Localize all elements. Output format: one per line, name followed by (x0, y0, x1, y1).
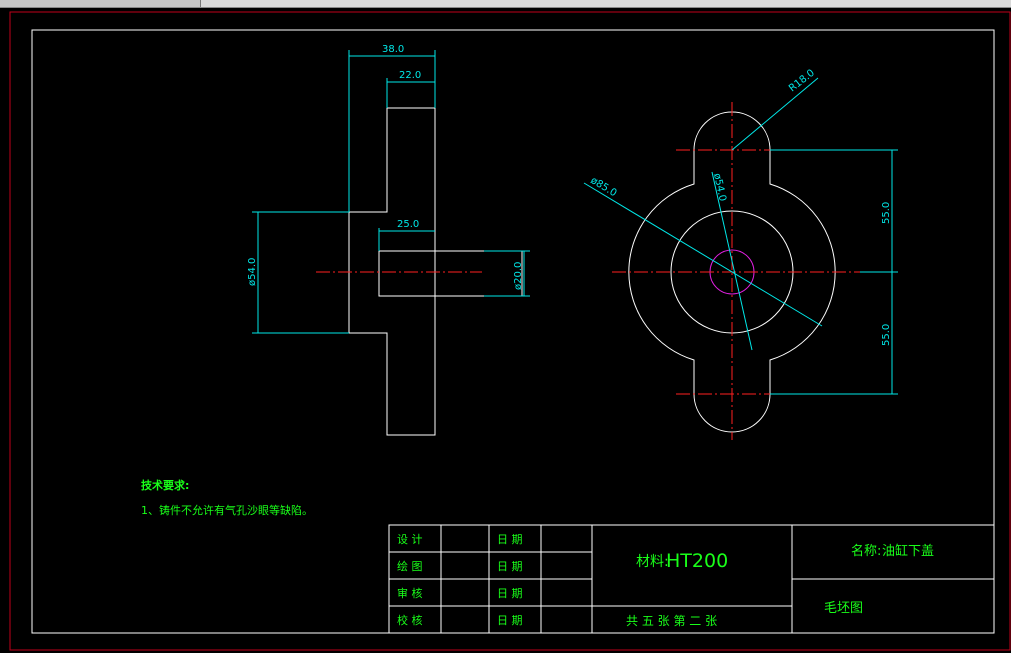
dim-lower-offset: 55.0 (881, 324, 892, 346)
role-review: 审 核 (397, 586, 423, 600)
dim-outer-diameter: ø85.0 (588, 175, 618, 199)
dim-hub-diameter: ø54.0 (247, 258, 258, 286)
notes-line-1: 1、铸件不允许有气孔沙眼等缺陷。 (141, 503, 313, 517)
dim-upper-offset: 55.0 (881, 202, 892, 224)
title-block-row-1: 设 计 日 期 (397, 533, 523, 546)
document-tab[interactable] (0, 0, 201, 7)
date-label-check: 日 期 (497, 614, 523, 627)
dim-bore-diameter: ø20.0 (513, 262, 524, 290)
role-draw: 绘 图 (397, 559, 423, 573)
front-view: R18.0 ø85.0 ø54.0 55.0 55.0 (583, 68, 898, 440)
material-label: 材料: (636, 554, 669, 570)
sheet-info: 共 五 张 第 二 张 (626, 614, 717, 628)
role-design: 设 计 (397, 533, 423, 546)
dim-overall-width: 38.0 (382, 44, 404, 55)
drawing-type: 毛坯图 (824, 601, 863, 616)
side-view-hub (378, 250, 523, 297)
dim-flange-width: 22.0 (399, 70, 421, 81)
side-view: 38.0 22.0 25.0 ø54.0 ø20.0 (247, 44, 530, 436)
material-value: HT200 (666, 550, 728, 572)
dim-hub-length: 25.0 (397, 219, 419, 230)
notes-title: 技术要求: (141, 478, 189, 492)
part-name-label: 名称: (851, 543, 881, 559)
date-label-review: 日 期 (497, 587, 523, 600)
date-label-design: 日 期 (497, 533, 523, 546)
title-block-row-2: 绘 图 日 期 (397, 559, 523, 573)
part-name-value: 油缸下盖 (882, 543, 934, 559)
role-check: 校 核 (397, 613, 423, 627)
title-block-row-3: 审 核 日 期 (397, 586, 523, 600)
date-label-draw: 日 期 (497, 560, 523, 573)
title-block-row-4: 校 核 日 期 (397, 613, 523, 627)
dim-lobe-radius: R18.0 (787, 68, 817, 95)
cad-drawing-canvas[interactable]: 38.0 22.0 25.0 ø54.0 ø20.0 R18.0 ø85.0 ø… (0, 8, 1011, 653)
dim-inner-diameter: ø54.0 (711, 172, 728, 202)
window-title-bar (0, 0, 1011, 8)
